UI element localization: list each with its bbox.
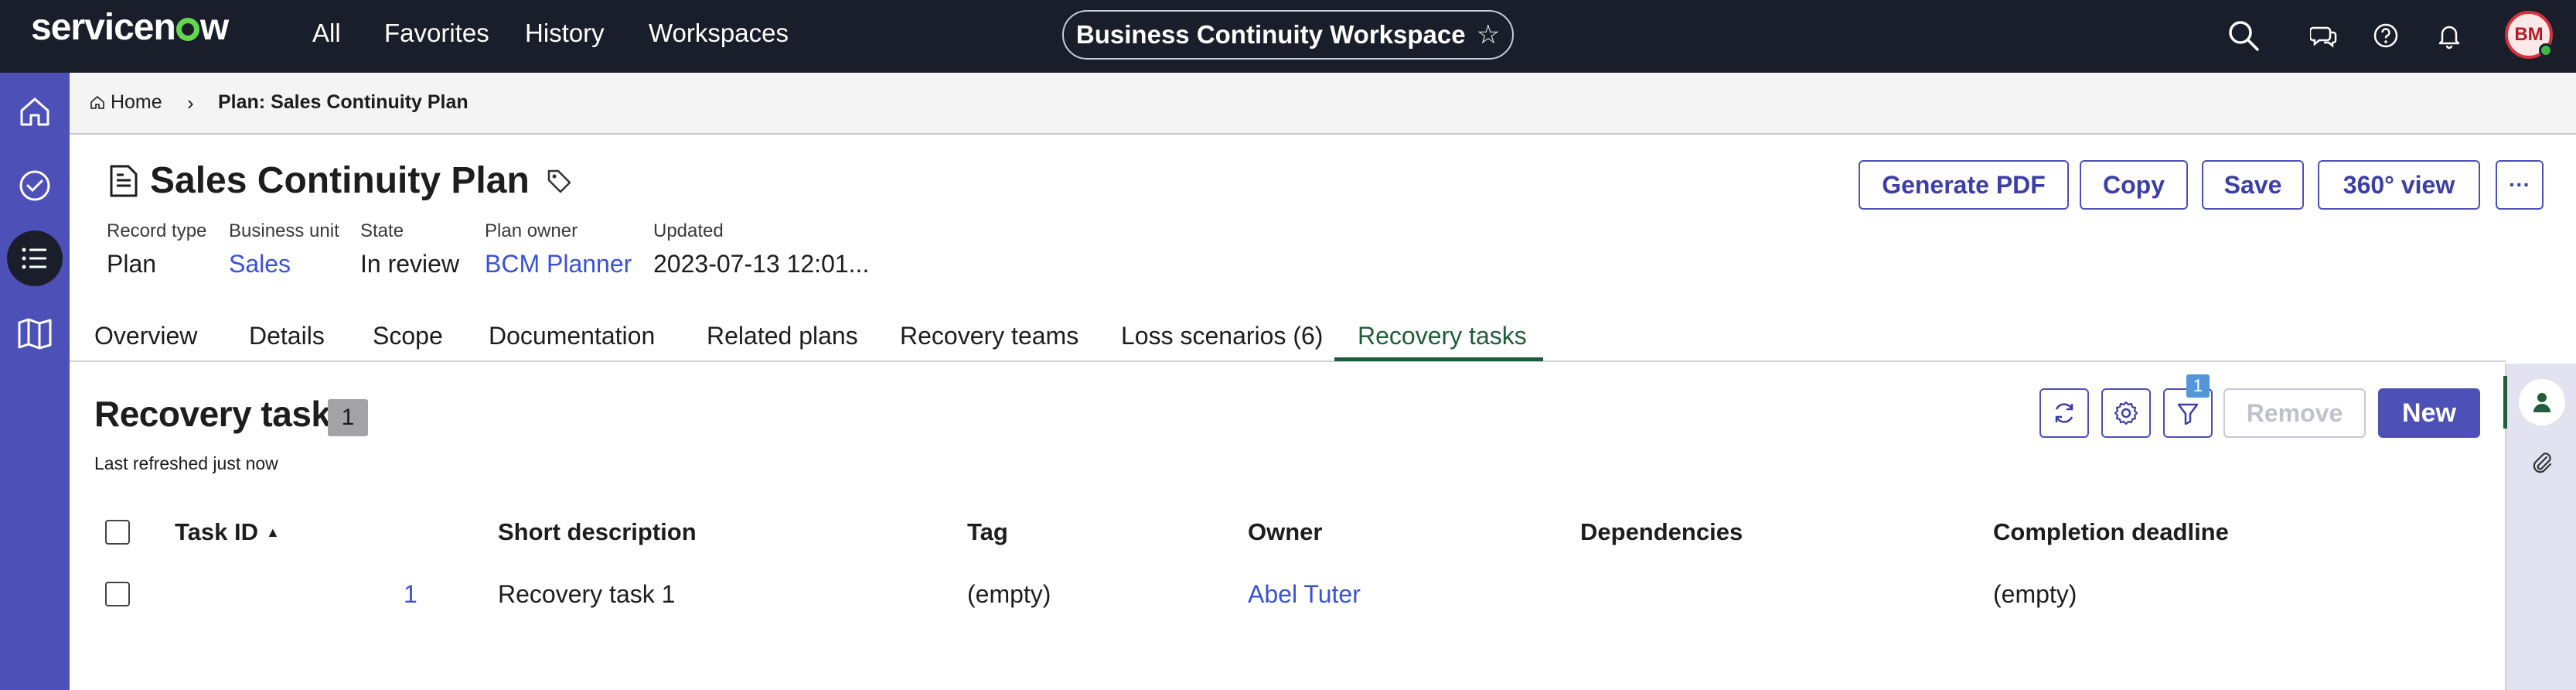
person-icon	[2533, 393, 2550, 412]
cell-completion-deadline: (empty)	[1993, 580, 2077, 608]
star-icon[interactable]: ☆	[1477, 19, 1500, 50]
breadcrumb-home-link[interactable]: Home	[90, 91, 162, 114]
meta-state: State In review	[360, 220, 459, 278]
meta-value: 2023-07-13 12:01...	[653, 250, 870, 278]
check-circle-icon	[19, 170, 50, 201]
rail-map-button[interactable]	[7, 306, 63, 362]
tab-recovery-tasks[interactable]: Recovery tasks	[1358, 322, 1527, 350]
tab-overview[interactable]: Overview	[94, 322, 197, 350]
plan-owner-link[interactable]: BCM Planner	[485, 250, 632, 278]
breadcrumb: Home › Plan: Sales Continuity Plan	[70, 73, 2576, 135]
refresh-button[interactable]	[2039, 388, 2089, 438]
tab-recovery-teams[interactable]: Recovery teams	[900, 322, 1078, 350]
paperclip-icon	[2533, 453, 2552, 473]
meta-value: In review	[360, 250, 460, 278]
column-header-completion-deadline[interactable]: Completion deadline	[1993, 518, 2229, 546]
active-rail-indicator	[2503, 376, 2507, 429]
row-select-checkbox[interactable]	[105, 582, 130, 606]
home-icon	[90, 96, 104, 109]
meta-record-type: Record type Plan	[107, 220, 206, 278]
breadcrumb-home-label: Home	[110, 91, 162, 113]
top-navigation-bar: servicen w All Favorites History Workspac…	[0, 0, 2576, 73]
notifications-bell-icon[interactable]	[2428, 14, 2471, 57]
meta-label: Plan owner	[485, 220, 578, 241]
refresh-icon	[2055, 403, 2073, 423]
column-header-label: Task ID	[175, 518, 258, 545]
record-count-badge: 1	[328, 399, 368, 436]
meta-business-unit: Business unit Sales	[229, 220, 339, 278]
attachments-button[interactable]	[2519, 439, 2565, 486]
active-tab-indicator	[1334, 357, 1543, 361]
save-button[interactable]: Save	[2202, 160, 2304, 210]
workspace-title: Business Continuity Workspace	[1075, 20, 1466, 49]
sort-ascending-icon: ▲	[265, 524, 280, 540]
list-settings-button[interactable]	[2101, 388, 2151, 438]
column-header-owner[interactable]: Owner	[1248, 518, 1322, 546]
gear-icon	[2114, 401, 2138, 425]
generate-pdf-button[interactable]: Generate PDF	[1859, 160, 2069, 210]
user-avatar[interactable]: BM	[2505, 11, 2553, 59]
rail-tasks-button[interactable]	[7, 158, 63, 213]
meta-label: Business unit	[229, 220, 339, 241]
servicenow-logo[interactable]: servicen w	[31, 6, 229, 49]
home-icon	[20, 97, 49, 126]
breadcrumb-current: Plan: Sales Continuity Plan	[218, 91, 469, 113]
new-button[interactable]: New	[2378, 388, 2480, 438]
meta-updated: Updated 2023-07-13 12:01...	[653, 220, 869, 278]
tab-details[interactable]: Details	[249, 322, 325, 350]
owner-link[interactable]: Abel Tuter	[1248, 580, 1361, 609]
chevron-right-icon: ›	[187, 91, 194, 114]
map-icon	[18, 318, 52, 350]
right-context-rail	[2503, 364, 2576, 690]
column-header-short-description[interactable]: Short description	[498, 518, 697, 546]
rail-list-button[interactable]	[7, 231, 63, 286]
document-icon	[110, 165, 138, 196]
contact-panel-button[interactable]	[2519, 379, 2565, 425]
rail-home-button[interactable]	[7, 84, 63, 139]
business-unit-link[interactable]: Sales	[229, 250, 339, 278]
last-refreshed-text: Last refreshed just now	[94, 453, 278, 473]
select-all-checkbox[interactable]	[105, 520, 130, 545]
tag-icon[interactable]	[545, 167, 573, 195]
presence-status-dot	[2539, 43, 2553, 57]
record-title-row: Sales Continuity Plan	[108, 159, 573, 202]
record-tabs: Overview Details Scope Documentation Rel…	[70, 311, 2506, 362]
list-icon	[22, 248, 46, 269]
tab-loss-scenarios[interactable]: Loss scenarios (6)	[1121, 322, 1323, 350]
nav-favorites[interactable]: Favorites	[384, 19, 489, 48]
tab-scope[interactable]: Scope	[373, 322, 443, 350]
meta-label: Updated	[653, 220, 724, 241]
nav-workspaces[interactable]: Workspaces	[649, 19, 789, 48]
meta-label: State	[360, 220, 404, 241]
tab-documentation[interactable]: Documentation	[489, 322, 655, 350]
cell-tag: (empty)	[967, 580, 1051, 608]
nav-all[interactable]: All	[312, 19, 341, 48]
search-icon[interactable]	[2222, 14, 2265, 57]
avatar-initials: BM	[2514, 24, 2544, 45]
360-view-button[interactable]: 360° view	[2318, 160, 2480, 210]
help-icon[interactable]	[2364, 14, 2407, 57]
cell-short-description: Recovery task 1	[498, 580, 676, 608]
task-id-link[interactable]: 1	[404, 580, 417, 609]
meta-label: Record type	[107, 220, 207, 241]
workspace-title-pill[interactable]: Business Continuity Workspace ☆	[1062, 10, 1514, 60]
left-navigation-rail	[0, 73, 70, 690]
filter-icon	[2177, 403, 2199, 425]
chat-icon[interactable]	[2302, 14, 2346, 57]
meta-value: Plan	[107, 250, 157, 278]
filter-count-badge: 1	[2186, 374, 2210, 398]
tab-related-plans[interactable]: Related plans	[707, 322, 858, 350]
remove-button[interactable]: Remove	[2223, 388, 2366, 438]
column-header-dependencies[interactable]: Dependencies	[1580, 518, 1743, 546]
more-actions-button[interactable]: ···	[2496, 160, 2544, 210]
column-header-tag[interactable]: Tag	[967, 518, 1008, 546]
list-title: Recovery task	[94, 394, 331, 434]
page-title: Sales Continuity Plan	[150, 160, 530, 201]
meta-plan-owner: Plan owner BCM Planner	[485, 220, 632, 278]
nav-history[interactable]: History	[525, 19, 605, 48]
column-header-task-id[interactable]: Task ID ▲	[175, 518, 280, 546]
copy-button[interactable]: Copy	[2080, 160, 2188, 210]
